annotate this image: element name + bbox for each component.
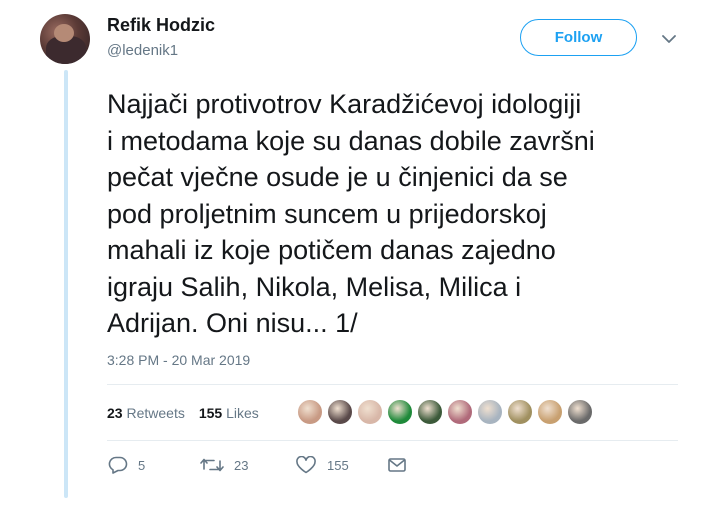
retweets-count: 23 bbox=[107, 405, 123, 421]
message-action[interactable] bbox=[387, 456, 407, 474]
thread-line bbox=[64, 70, 68, 498]
user-handle[interactable]: @ledenik1 bbox=[107, 42, 178, 59]
likes-stat[interactable]: 155 Likes bbox=[199, 405, 259, 421]
retweets-label: Retweets bbox=[126, 405, 185, 421]
retweet-icon bbox=[200, 458, 224, 472]
retweet-action[interactable]: 23 bbox=[200, 456, 295, 474]
reply-icon bbox=[108, 456, 128, 474]
liker-avatar[interactable] bbox=[537, 399, 563, 425]
avatar[interactable] bbox=[40, 14, 90, 64]
like-action[interactable]: 155 bbox=[295, 456, 387, 474]
liker-avatar[interactable] bbox=[417, 399, 443, 425]
retweets-stat[interactable]: 23 Retweets bbox=[107, 405, 185, 421]
likes-count: 155 bbox=[198, 405, 223, 421]
divider bbox=[107, 440, 678, 441]
liker-avatar[interactable] bbox=[387, 399, 413, 425]
liker-avatar[interactable] bbox=[297, 399, 323, 425]
like-count: 155 bbox=[327, 457, 349, 473]
liker-avatar[interactable] bbox=[567, 399, 593, 425]
liker-avatar[interactable] bbox=[507, 399, 533, 425]
tweet-stats: 23 Retweets 155 Likes bbox=[107, 405, 259, 421]
liker-avatar[interactable] bbox=[357, 399, 383, 425]
reply-action[interactable]: 5 bbox=[108, 456, 200, 474]
retweet-count: 23 bbox=[234, 457, 249, 473]
heart-icon bbox=[296, 456, 316, 474]
tweet-actions: 5 23 155 bbox=[108, 456, 407, 474]
liker-avatar[interactable] bbox=[447, 399, 473, 425]
likes-label: Likes bbox=[226, 405, 259, 421]
user-name[interactable]: Refik Hodzic bbox=[107, 15, 215, 36]
envelope-icon bbox=[388, 458, 406, 472]
liker-avatars bbox=[297, 399, 593, 425]
liker-avatar[interactable] bbox=[477, 399, 503, 425]
tweet-text: Najjači protivotrov Karadžićevoj idologi… bbox=[107, 89, 595, 338]
reply-count: 5 bbox=[138, 457, 146, 473]
liker-avatar[interactable] bbox=[327, 399, 353, 425]
chevron-down-icon[interactable] bbox=[662, 34, 676, 44]
avatar-face bbox=[54, 24, 74, 42]
follow-button[interactable]: Follow bbox=[520, 19, 637, 56]
divider bbox=[107, 384, 678, 385]
tweet-timestamp[interactable]: 3:28 PM - 20 Mar 2019 bbox=[107, 352, 250, 368]
